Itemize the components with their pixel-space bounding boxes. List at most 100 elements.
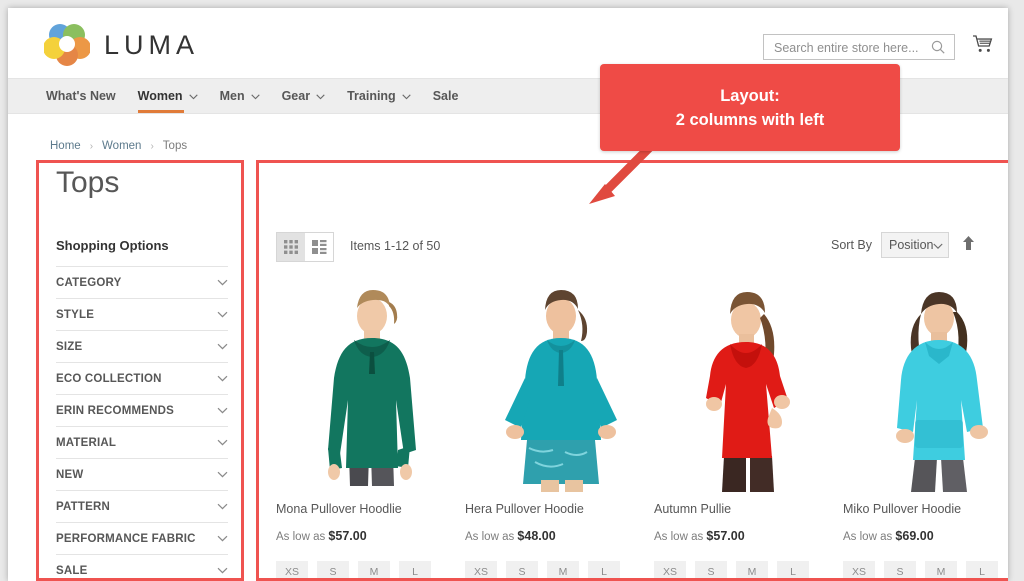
shopping-options-heading: Shopping Options [56, 238, 228, 267]
filter-label: STYLE [56, 308, 95, 321]
chevron-down-icon [316, 89, 325, 103]
search-box[interactable] [763, 34, 955, 61]
size-swatch-l[interactable]: L [399, 561, 431, 581]
chevron-down-icon [217, 533, 228, 545]
sidebar-filter-eco-collection[interactable]: ECO COLLECTION [56, 363, 228, 395]
size-swatch-m[interactable]: M [547, 561, 579, 581]
nav-label: Sale [432, 89, 459, 103]
product-toolbar: Items 1-12 of 50 Sort By Position [276, 232, 992, 262]
size-swatch-xs[interactable]: XS [465, 561, 497, 581]
sidebar-filter-material[interactable]: MATERIAL [56, 427, 228, 459]
product-card[interactable]: Hera Pullover Hoodie As low as $48.00 XS… [465, 280, 651, 581]
size-swatch-s[interactable]: S [317, 561, 349, 581]
nav-label: Training [347, 89, 396, 103]
price-value: $69.00 [895, 529, 934, 543]
sidebar-filter-new[interactable]: NEW [56, 459, 228, 491]
sidebar-filter-pattern[interactable]: PATTERN [56, 491, 228, 523]
shopping-cart-icon[interactable] [972, 34, 994, 59]
price-value: $57.00 [706, 529, 745, 543]
product-image[interactable] [654, 280, 840, 492]
size-swatch-xs[interactable]: XS [276, 561, 308, 581]
grid-view-icon[interactable] [277, 233, 305, 261]
product-name[interactable]: Autumn Pullie [654, 502, 840, 516]
filter-label: ECO COLLECTION [56, 372, 162, 385]
sort-by-label: Sort By [831, 238, 872, 252]
product-name[interactable]: Mona Pullover Hoodlie [276, 502, 462, 516]
annotation-line-1: Layout: [720, 86, 780, 105]
product-name[interactable]: Hera Pullover Hoodie [465, 502, 651, 516]
nav-item-men[interactable]: Men [220, 79, 260, 113]
filter-label: CATEGORY [56, 276, 122, 289]
sidebar: Tops Shopping Options CATEGORY STYLE SIZ… [56, 168, 228, 581]
filter-label: SIZE [56, 340, 83, 353]
size-swatch-l[interactable]: L [777, 561, 809, 581]
size-swatches: XS S M L [654, 561, 840, 581]
sidebar-filter-category[interactable]: CATEGORY [56, 267, 228, 299]
breadcrumb: Home › Women › Tops [50, 140, 187, 152]
price-prefix: As low as [843, 531, 893, 543]
chevron-down-icon [250, 89, 260, 103]
sidebar-filter-size[interactable]: SIZE [56, 331, 228, 363]
annotation-line-2: 2 columns with left [675, 110, 825, 129]
size-swatch-s[interactable]: S [884, 561, 916, 581]
chevron-down-icon [217, 437, 228, 449]
price-prefix: As low as [465, 531, 515, 543]
search-icon[interactable] [931, 40, 946, 60]
chevron-down-icon [933, 238, 944, 252]
product-card[interactable]: Miko Pullover Hoodie As low as $69.00 XS… [843, 280, 1008, 581]
brand-name: LUMA [104, 30, 200, 60]
chevron-down-icon [402, 89, 411, 103]
nav-item-training[interactable]: Training [347, 79, 411, 113]
sidebar-filter-style[interactable]: STYLE [56, 299, 228, 331]
chevron-down-icon [217, 341, 228, 353]
filter-label: MATERIAL [56, 436, 117, 449]
product-image[interactable] [276, 280, 462, 492]
nav-label: Men [219, 89, 245, 103]
layout-annotation-callout: Layout: 2 columns with left [600, 64, 900, 151]
chevron-down-icon [217, 565, 228, 577]
product-card[interactable]: Autumn Pullie As low as $57.00 XS S M L [654, 280, 840, 581]
chevron-down-icon [217, 277, 228, 289]
items-count-label: Items 1-12 of 50 [350, 239, 441, 253]
product-image[interactable] [843, 280, 1008, 492]
nav-item-sale[interactable]: Sale [433, 79, 459, 113]
product-image[interactable] [465, 280, 651, 492]
arrow-down-left-icon [575, 140, 665, 215]
filter-label: PERFORMANCE FABRIC [56, 532, 196, 545]
size-swatch-m[interactable]: M [358, 561, 390, 581]
size-swatch-xs[interactable]: XS [654, 561, 686, 581]
nav-label: Women [137, 89, 183, 103]
price-value: $48.00 [517, 529, 556, 543]
product-price: As low as $57.00 [276, 529, 462, 543]
size-swatch-s[interactable]: S [506, 561, 538, 581]
search-input[interactable] [772, 35, 926, 61]
page-title: Tops [56, 166, 120, 199]
product-name[interactable]: Miko Pullover Hoodie [843, 502, 1008, 516]
nav-item-whats-new[interactable]: What's New [46, 79, 116, 113]
size-swatch-xs[interactable]: XS [843, 561, 875, 581]
chevron-down-icon [217, 373, 228, 385]
luma-rings-logo[interactable] [43, 22, 91, 66]
list-view-icon[interactable] [305, 233, 333, 261]
breadcrumb-item-home[interactable]: Home [50, 140, 81, 152]
chevron-down-icon [217, 405, 228, 417]
size-swatch-m[interactable]: M [736, 561, 768, 581]
price-prefix: As low as [654, 531, 704, 543]
size-swatch-l[interactable]: L [966, 561, 998, 581]
sort-controls: Sort By Position [831, 232, 975, 258]
nav-item-gear[interactable]: Gear [282, 79, 326, 113]
breadcrumb-separator: › [150, 140, 154, 152]
filter-label: ERIN RECOMMENDS [56, 404, 175, 417]
sidebar-filter-sale[interactable]: SALE [56, 555, 228, 581]
sidebar-filter-performance-fabric[interactable]: PERFORMANCE FABRIC [56, 523, 228, 555]
size-swatch-l[interactable]: L [588, 561, 620, 581]
product-card[interactable]: Mona Pullover Hoodlie As low as $57.00 X… [276, 280, 462, 581]
chevron-down-icon [217, 309, 228, 321]
sort-direction-arrow-up-icon[interactable] [962, 235, 975, 256]
sidebar-filter-erin-recommends[interactable]: ERIN RECOMMENDS [56, 395, 228, 427]
size-swatch-m[interactable]: M [925, 561, 957, 581]
sort-by-select[interactable]: Position [881, 232, 949, 258]
nav-item-women[interactable]: Women [137, 79, 198, 113]
breadcrumb-item-women[interactable]: Women [102, 140, 141, 152]
size-swatch-s[interactable]: S [695, 561, 727, 581]
